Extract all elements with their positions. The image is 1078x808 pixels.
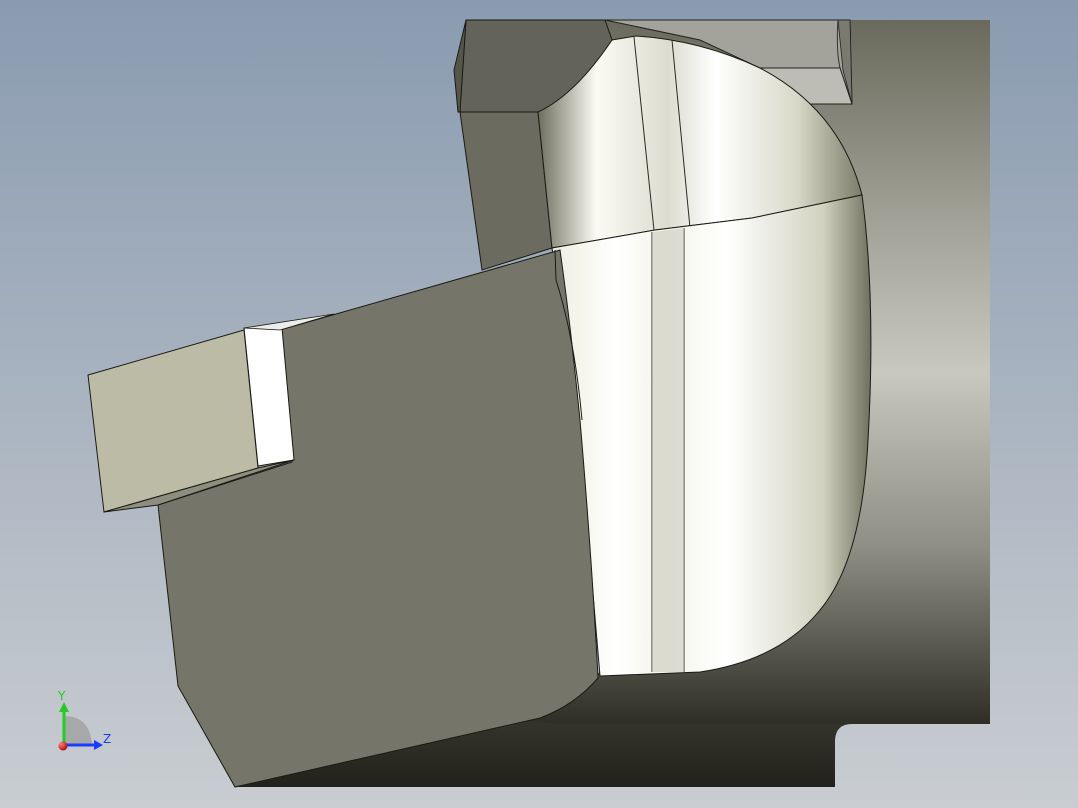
model-canvas[interactable]: Y Z: [0, 0, 1078, 808]
triad-origin: [58, 741, 68, 751]
triad-y-label: Y: [57, 689, 66, 703]
3d-viewport[interactable]: Y Z: [0, 0, 1078, 808]
lower-face-band: [652, 228, 684, 672]
lower-shiny-face: [551, 194, 872, 677]
triad-z-label: Z: [103, 732, 111, 746]
